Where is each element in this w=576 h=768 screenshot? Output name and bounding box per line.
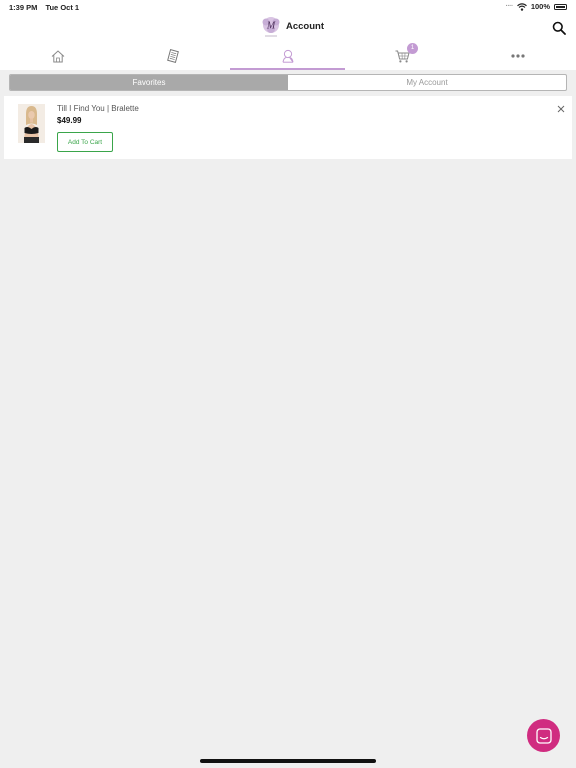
segment-my-account[interactable]: My Account xyxy=(288,75,566,90)
tab-catalog[interactable] xyxy=(115,42,230,70)
status-date: Tue Oct 1 xyxy=(45,3,80,12)
account-segment-control: Favorites My Account xyxy=(9,74,567,91)
battery-icon xyxy=(554,3,567,10)
close-icon[interactable] xyxy=(556,104,566,114)
segment-favorites[interactable]: Favorites xyxy=(10,75,288,90)
tab-cart[interactable]: 1 xyxy=(345,42,460,70)
tab-home[interactable] xyxy=(0,42,115,70)
chat-button[interactable] xyxy=(527,719,560,752)
product-thumbnail[interactable] xyxy=(18,104,45,143)
logo-letter: M xyxy=(266,21,276,32)
status-bar: 1:39 PM Tue Oct 1 ···· 100% xyxy=(0,0,576,14)
product-name[interactable]: Till I Find You | Bralette xyxy=(57,104,139,113)
chat-icon xyxy=(535,727,552,744)
cart-count-badge: 1 xyxy=(407,43,418,54)
page-title: Account xyxy=(286,21,324,32)
battery-percent: 100% xyxy=(530,2,550,11)
more-icon xyxy=(510,54,525,58)
home-indicator[interactable] xyxy=(200,759,376,763)
tab-account[interactable] xyxy=(230,42,345,70)
product-price: $49.99 xyxy=(57,116,82,125)
app-header: M Account xyxy=(0,14,576,42)
tab-bar: 1 xyxy=(0,42,576,70)
wifi-icon xyxy=(516,2,527,11)
add-to-cart-button[interactable]: Add To Cart xyxy=(57,132,113,152)
catalog-icon xyxy=(166,49,179,63)
home-icon xyxy=(51,49,64,62)
status-time: 1:39 PM xyxy=(9,3,38,12)
search-icon[interactable] xyxy=(552,21,566,35)
favorite-item: Till I Find You | Bralette $49.99 Add To… xyxy=(4,96,572,159)
cellular-signal-icon: ···· xyxy=(505,3,513,10)
brand-logo[interactable]: M xyxy=(260,16,282,38)
tab-more[interactable] xyxy=(460,42,575,70)
user-icon xyxy=(282,49,293,63)
